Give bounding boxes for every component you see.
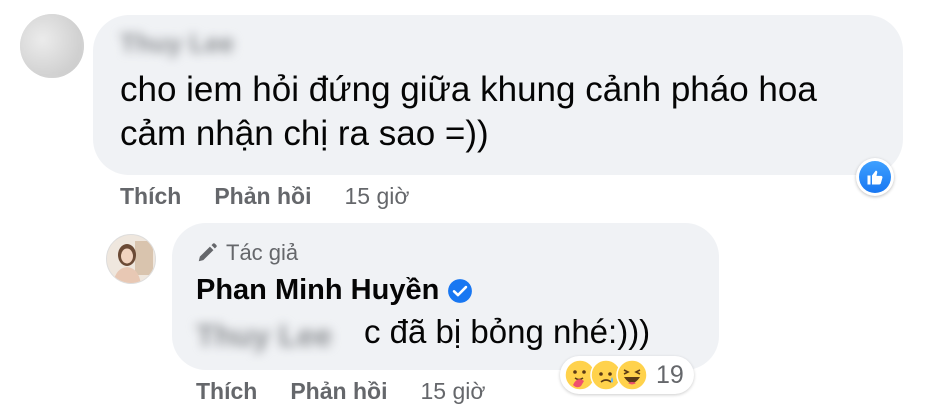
- reaction-count: 19: [656, 360, 684, 389]
- author-photo-icon: [107, 235, 155, 283]
- like-reaction-badge[interactable]: [856, 158, 894, 196]
- pen-icon: [198, 243, 217, 262]
- main-comment-text: cho iem hỏi đứng giữa khung cảnh pháo ho…: [120, 70, 817, 153]
- reply-mention[interactable]: Thuy Lee: [196, 318, 332, 354]
- main-like-button[interactable]: Thích: [120, 183, 181, 210]
- reaction-summary[interactable]: 19: [560, 356, 694, 394]
- commenter-avatar[interactable]: [20, 14, 84, 78]
- main-comment-actions: Thích Phản hồi 15 giờ: [120, 183, 409, 210]
- reply-author-name[interactable]: Phan Minh Huyền: [196, 274, 439, 307]
- reply-author-name-row: Phan Minh Huyền: [196, 274, 473, 307]
- author-tag-label: Tác giả: [226, 240, 299, 265]
- reply-actions: Thích Phản hồi 15 giờ: [196, 378, 485, 405]
- main-reply-button[interactable]: Phản hồi: [214, 183, 311, 210]
- reply-reply-button[interactable]: Phản hồi: [290, 378, 387, 405]
- reply-like-button[interactable]: Thích: [196, 378, 257, 405]
- reply-author-avatar[interactable]: [106, 234, 156, 284]
- main-comment-author[interactable]: Thuy Lee: [120, 28, 234, 59]
- thumbs-up-icon: [867, 170, 883, 185]
- haha-emoji-icon: [616, 359, 648, 391]
- author-badge: Tác giả: [196, 240, 298, 266]
- reply-comment-text: c đã bị bỏng nhé:))): [364, 313, 651, 350]
- main-comment-timestamp[interactable]: 15 giờ: [344, 183, 409, 210]
- reply-timestamp[interactable]: 15 giờ: [420, 378, 485, 405]
- verified-badge-icon: [447, 278, 473, 304]
